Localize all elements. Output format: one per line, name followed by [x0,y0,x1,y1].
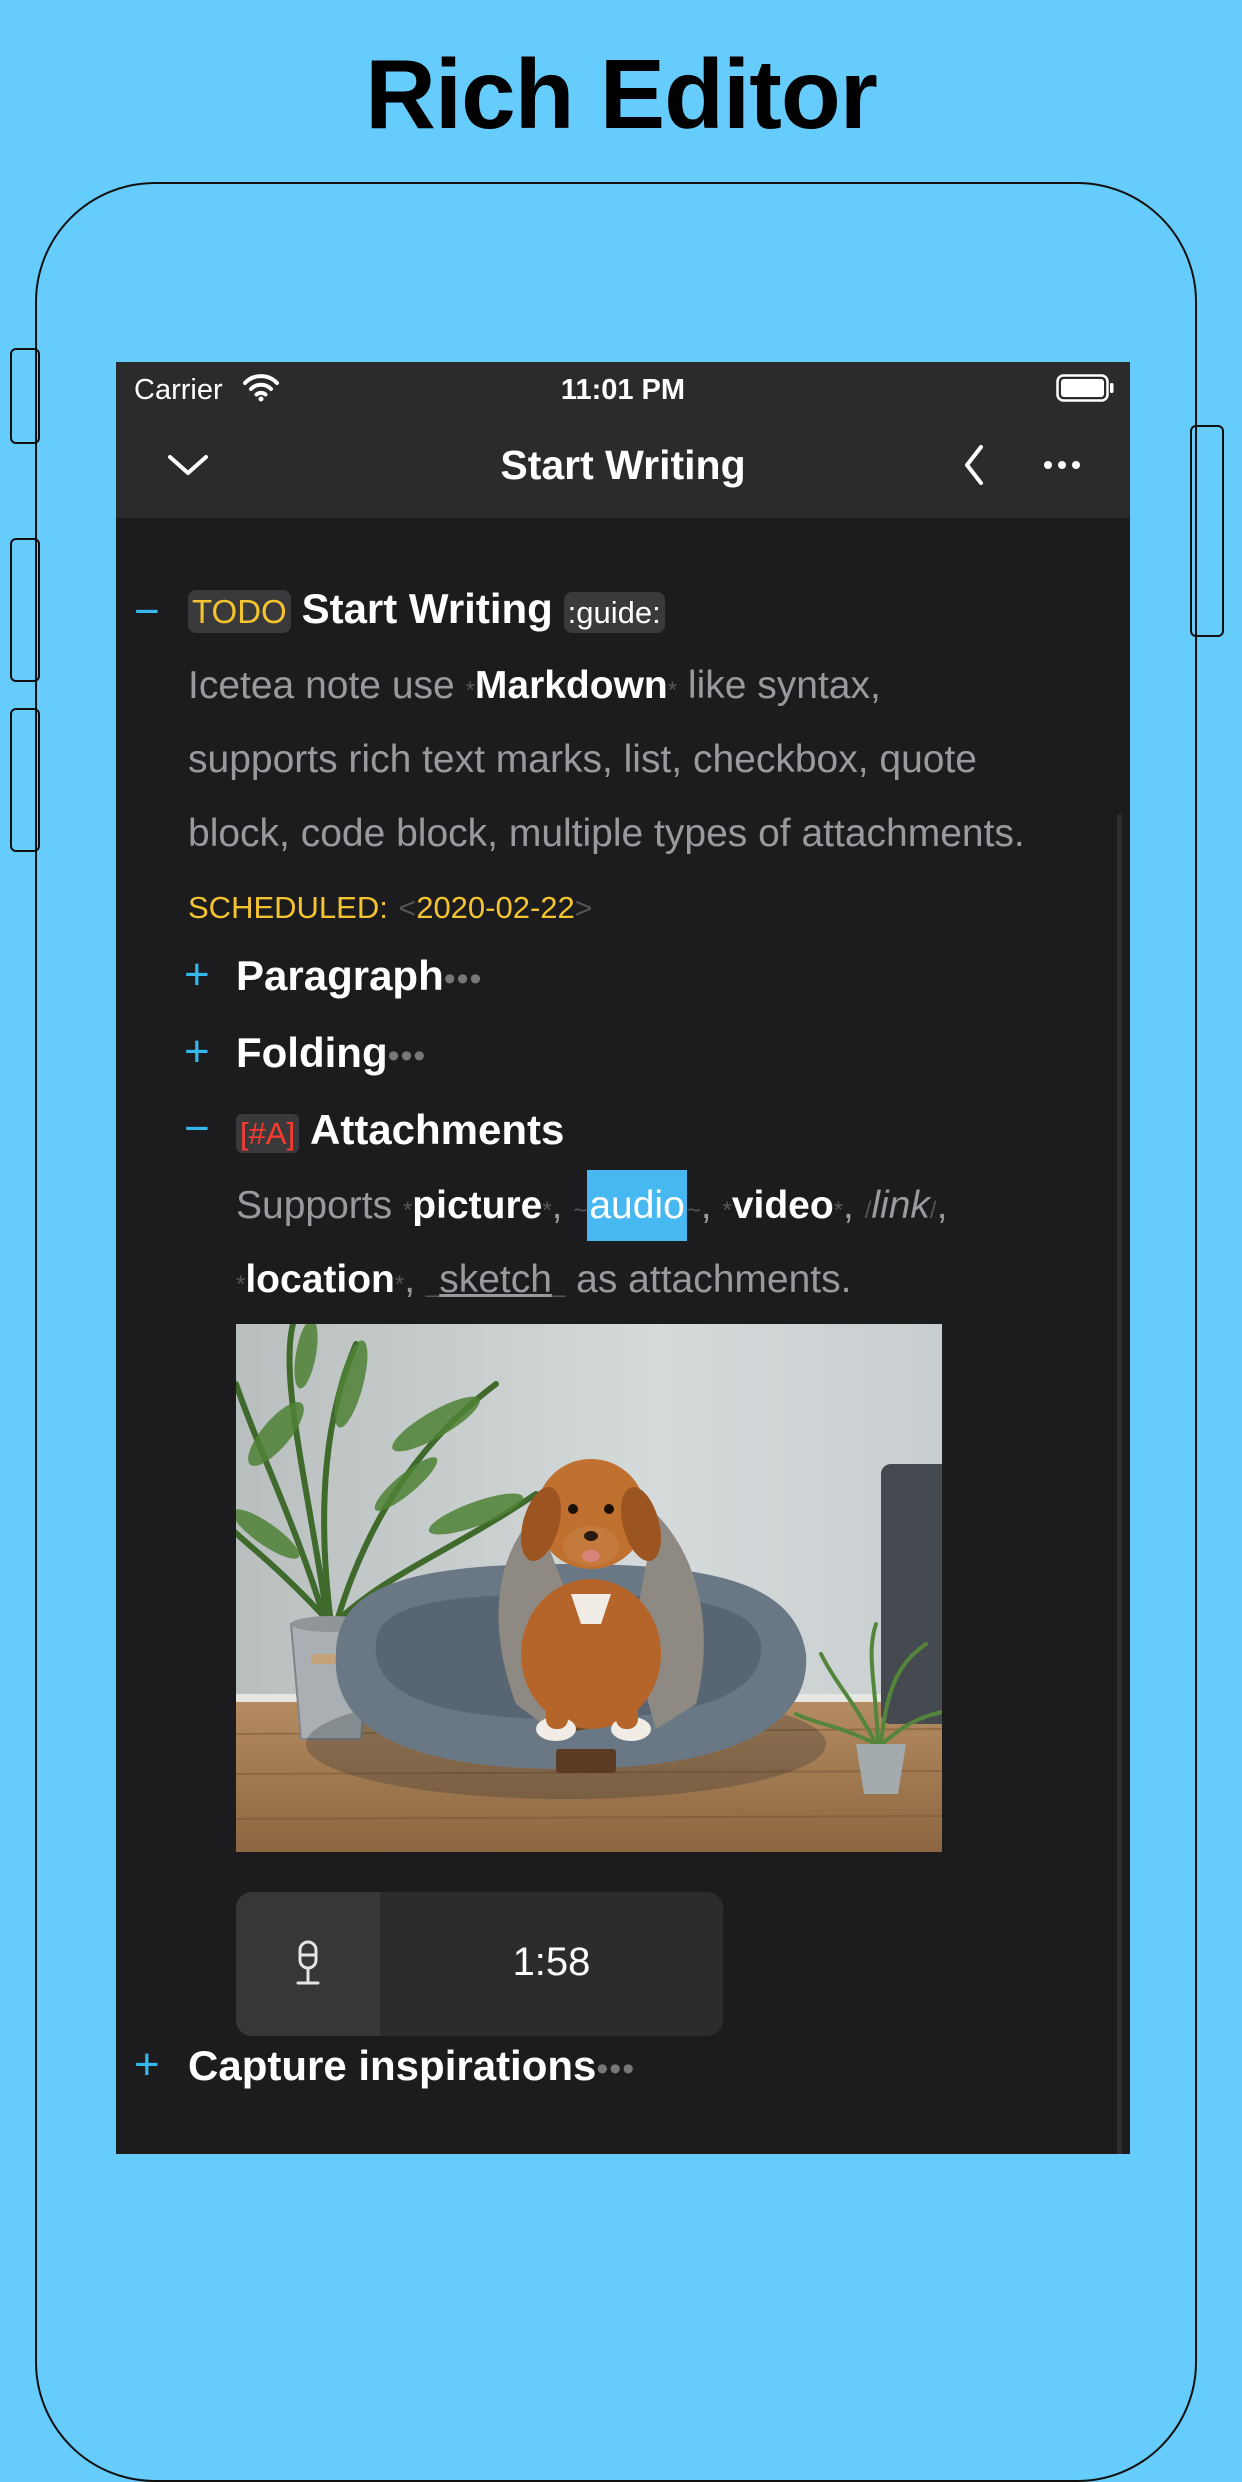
folded-indicator: ••• [387,1037,427,1075]
markup-mark: _ [425,1271,440,1298]
folded-indicator: ••• [443,960,483,998]
phone-power-button [1190,425,1224,637]
section-paragraph[interactable]: Paragraph••• [236,952,482,1000]
scheduled-date[interactable]: 2020-02-22 [416,890,575,925]
scheduled-label: SCHEDULED: [188,890,388,925]
expand-toggle-paragraph[interactable]: + [184,950,210,1000]
bold-text: video [731,1184,834,1227]
scrollbar[interactable] [1117,814,1122,2154]
expand-toggle-folding[interactable]: + [184,1027,210,1077]
collapse-toggle-attachments[interactable]: − [184,1104,210,1154]
audio-player[interactable]: 1:58 [236,1892,723,2036]
chevron-left-icon[interactable] [946,437,1002,493]
attachments-line-1[interactable]: Supports *picture*, ~audio~, *video*, /l… [236,1170,948,1241]
phone-volume-up-button [10,538,40,682]
body-text: like syntax, [677,664,881,707]
markup-mark: * [833,1197,844,1224]
body-line-3[interactable]: block, code block, multiple types of att… [188,812,1025,856]
scheduled-line[interactable]: SCHEDULED: <2020-02-22> [188,884,592,928]
section-title: Capture inspirations [188,2042,597,2089]
root-title: Start Writing [301,585,553,632]
priority-badge: [#A] [236,1114,300,1153]
status-time: 11:01 PM [560,374,686,406]
nav-bar: Start Writing [116,412,1130,518]
phone-side-button [10,348,40,444]
todo-badge: TODO [188,590,291,633]
app-screen: Carrier 11:01 PM Start Writing − TODO St… [116,362,1130,2154]
markup-mark: * [465,677,475,704]
markup-mark: _ [551,1271,566,1298]
italic-text: link [871,1184,930,1227]
collapse-toggle-root[interactable]: − [134,587,160,637]
body-line-2[interactable]: supports rich text marks, list, checkbox… [188,738,977,782]
underlined-text: sketch [439,1258,552,1301]
body-text: Supports [236,1184,403,1227]
bold-text: location [245,1258,395,1301]
body-text: , [936,1184,948,1227]
body-text: as attachments. [565,1258,852,1301]
markup-mark: > [574,892,593,925]
markup-mark: * [236,1271,246,1298]
highlighted-text: audio [587,1170,687,1241]
headline: Rich Editor [365,39,878,149]
tag-badge: :guide: [563,592,665,633]
markup-mark: / [929,1197,937,1224]
audio-duration: 1:58 [512,1940,591,1984]
markup-mark: ~ [573,1197,588,1224]
section-folding[interactable]: Folding••• [236,1029,426,1077]
section-attachments[interactable]: [#A] Attachments [236,1106,564,1154]
battery-icon [1056,374,1114,410]
section-title: Paragraph [236,952,444,999]
markup-mark: * [394,1271,405,1298]
expand-toggle-capture[interactable]: + [134,2040,160,2090]
phone-volume-down-button [10,708,40,852]
body-text: Icetea note use [188,664,466,707]
markup-mark: * [402,1197,413,1224]
status-bar: Carrier 11:01 PM [116,362,1130,412]
body-text: , [843,1184,865,1227]
section-capture-inspirations[interactable]: Capture inspirations••• [188,2042,635,2090]
body-text: , [404,1258,426,1301]
folded-indicator: ••• [596,2050,636,2088]
markup-mark: * [667,677,678,704]
body-line-1[interactable]: Icetea note use *Markdown* like syntax, [188,664,881,708]
body-text: , [551,1184,574,1227]
bold-text: Markdown [474,664,668,707]
more-icon[interactable] [1034,437,1090,493]
body-text: , [700,1184,723,1227]
markup-mark: ~ [686,1197,701,1224]
microphone-icon [282,1938,334,1995]
attachments-line-2[interactable]: *location*, _sketch_ as attachments. [236,1258,851,1302]
markup-mark: * [722,1197,732,1224]
root-heading[interactable]: TODO Start Writing :guide: [188,585,665,633]
picture-attachment[interactable] [236,1324,942,1852]
markup-mark: * [542,1197,552,1224]
markup-mark: < [398,892,417,925]
bold-text: picture [412,1184,543,1227]
audio-play-button[interactable] [236,1892,380,2036]
section-title: Attachments [310,1106,565,1153]
section-title: Folding [236,1029,388,1076]
